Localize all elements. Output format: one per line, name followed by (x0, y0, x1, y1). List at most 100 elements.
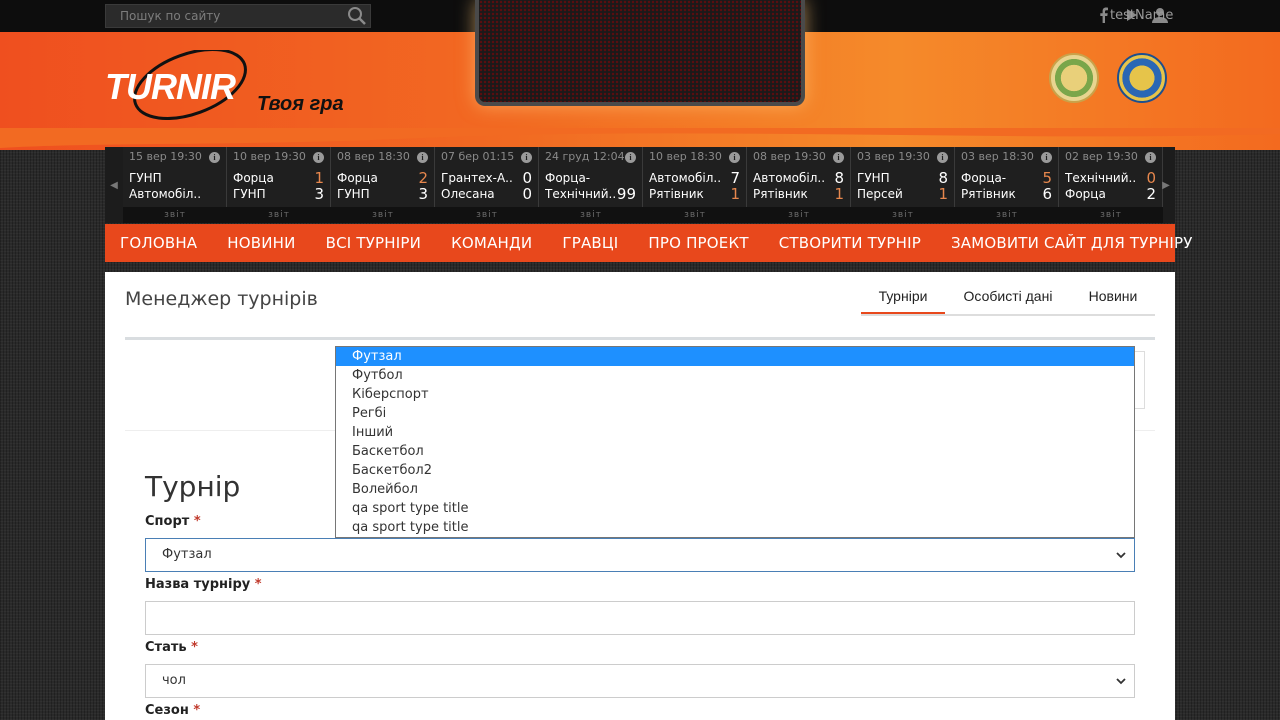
match-report-link[interactable]: звіт (227, 207, 331, 223)
page-title: Менеджер турнірів (125, 288, 318, 310)
matches-carousel: ◀ 15 вер 19:30 i ГУНП Автомобіл.. звіт 10 вер… (105, 147, 1175, 223)
nav-item[interactable]: СТВОРИТИ ТУРНІР (764, 224, 936, 262)
info-icon[interactable]: i (313, 152, 324, 163)
match-card[interactable]: 02 вер 19:30 i Технічний.. 0 Форца 2 звіт (1059, 147, 1163, 223)
home-team: Автомобіл.. (753, 171, 825, 185)
sport-option[interactable]: Кіберспорт (336, 385, 1134, 404)
gender-select[interactable]: чол (145, 664, 1135, 698)
home-team: Грантех-А.. (441, 171, 513, 185)
sport-option[interactable]: Волейбол (336, 480, 1134, 499)
nav-item[interactable]: ВСІ ТУРНІРИ (311, 224, 436, 262)
away-team: ГУНП (233, 187, 266, 201)
nav-item[interactable]: ГОЛОВНА (105, 224, 212, 262)
match-card[interactable]: 03 вер 18:30 i Форца- 5 Рятівник 6 звіт (955, 147, 1059, 223)
away-score: 3 (314, 185, 324, 203)
info-icon[interactable]: i (209, 152, 220, 163)
sport-option[interactable]: qa sport type title (336, 518, 1134, 537)
match-report-link[interactable]: звіт (435, 207, 539, 223)
user-name-link[interactable]: testName (1110, 8, 1173, 23)
match-report-link[interactable]: звіт (747, 207, 851, 223)
away-score: 6 (1042, 185, 1052, 203)
gender-select-value: чол (162, 673, 186, 688)
match-card[interactable]: 15 вер 19:30 i ГУНП Автомобіл.. звіт (123, 147, 227, 223)
carousel-next-icon[interactable]: ▶ (1157, 147, 1175, 223)
sport-label: Спорт * (145, 514, 201, 529)
sport-select-value: Футзал (162, 547, 212, 562)
carousel-prev-icon[interactable]: ◀ (105, 147, 123, 223)
nav-item[interactable]: ПРО ПРОЕКТ (633, 224, 763, 262)
away-score: 1 (938, 185, 948, 203)
site-slogan: Твоя гра (257, 93, 344, 115)
tab-tournaments[interactable]: Турніри (861, 282, 945, 314)
match-date: 02 вер 19:30 (1065, 150, 1138, 163)
sport-option[interactable]: Футзал (336, 347, 1134, 366)
match-date: 15 вер 19:30 (129, 150, 202, 163)
sport-option[interactable]: Футбол (336, 366, 1134, 385)
info-icon[interactable]: i (937, 152, 948, 163)
match-card[interactable]: 08 вер 18:30 i Форца 2 ГУНП 3 звіт (331, 147, 435, 223)
match-card[interactable]: 24 груд 12:04 i Форца- Технічний.. 99 звіт (539, 147, 643, 223)
away-team: Автомобіл.. (129, 187, 201, 201)
match-card[interactable]: 08 вер 19:30 i Автомобіл.. 8 Рятівник 1 звіт (747, 147, 851, 223)
nav-item[interactable]: ГРАВЦІ (547, 224, 633, 262)
match-report-link[interactable]: звіт (643, 207, 747, 223)
match-report-link[interactable]: звіт (331, 207, 435, 223)
sport-option[interactable]: Баскетбол (336, 442, 1134, 461)
tournament-name-label: Назва турніру * (145, 577, 262, 592)
match-report-link[interactable]: звіт (851, 207, 955, 223)
tournament-name-input[interactable] (145, 601, 1135, 635)
city-emblem[interactable] (1049, 53, 1099, 103)
match-date: 10 вер 18:30 (649, 150, 722, 163)
tab-news[interactable]: Новини (1071, 282, 1155, 314)
info-icon[interactable]: i (729, 152, 740, 163)
away-team: Технічний.. (545, 187, 617, 201)
sport-dropdown-list: Футзал Футбол Кіберспорт Регбі Інший Баскетбо… (335, 346, 1135, 538)
match-report-link[interactable]: звіт (1059, 207, 1163, 223)
away-team: Олесана (441, 187, 495, 201)
info-icon[interactable]: i (1041, 152, 1052, 163)
home-team: Форца (233, 171, 274, 185)
tab-personal-data[interactable]: Особисті дані (945, 282, 1071, 314)
sport-option[interactable]: qa sport type title (336, 499, 1134, 518)
chevron-down-icon (1116, 678, 1126, 685)
search-input[interactable] (106, 5, 336, 27)
home-team: Автомобіл.. (649, 171, 721, 185)
match-list: 15 вер 19:30 i ГУНП Автомобіл.. звіт 10 вер 1… (123, 147, 1163, 223)
match-report-link[interactable]: звіт (539, 207, 643, 223)
info-icon[interactable]: i (1145, 152, 1156, 163)
main-nav: ГОЛОВНА НОВИНИ ВСІ ТУРНІРИ КОМАНДИ ГРАВЦІ ПРО… (105, 224, 1192, 262)
nav-item[interactable]: НОВИНИ (212, 224, 310, 262)
away-team: ГУНП (337, 187, 370, 201)
divider (125, 337, 1155, 340)
away-team: Рятівник (649, 187, 704, 201)
home-team: Технічний.. (1065, 171, 1137, 185)
match-card[interactable]: 10 вер 19:30 i Форца 1 ГУНП 3 звіт (227, 147, 331, 223)
away-score: 3 (418, 185, 428, 203)
match-date: 07 бер 01:15 (441, 150, 515, 163)
away-score: 2 (1146, 185, 1156, 203)
info-icon[interactable]: i (521, 152, 532, 163)
info-icon[interactable]: i (833, 152, 844, 163)
site-logo[interactable]: TURNIR (105, 66, 236, 108)
site-search (105, 4, 371, 28)
sport-option[interactable]: Регбі (336, 404, 1134, 423)
chevron-down-icon (1116, 552, 1126, 559)
sport-select[interactable]: Футзал (145, 538, 1135, 572)
nav-item[interactable]: КОМАНДИ (436, 224, 547, 262)
sport-option[interactable]: Баскетбол2 (336, 461, 1134, 480)
sport-option[interactable]: Інший (336, 423, 1134, 442)
away-score: 1 (730, 185, 740, 203)
match-report-link[interactable]: звіт (955, 207, 1059, 223)
federation-emblem[interactable] (1117, 53, 1167, 103)
home-team: Форца- (961, 171, 1007, 185)
nav-item[interactable]: ЗАМОВИТИ САЙТ ДЛЯ ТУРНІРУ (936, 224, 1208, 262)
match-card[interactable]: 03 вер 19:30 i ГУНП 8 Персей 1 звіт (851, 147, 955, 223)
info-icon[interactable]: i (625, 152, 636, 163)
search-icon[interactable] (346, 6, 368, 26)
match-report-link[interactable]: звіт (123, 207, 227, 223)
match-card[interactable]: 10 вер 18:30 i Автомобіл.. 7 Рятівник 1 звіт (643, 147, 747, 223)
home-team: ГУНП (857, 171, 890, 185)
away-team: Форца (1065, 187, 1106, 201)
match-card[interactable]: 07 бер 01:15 i Грантех-А.. 0 Олесана 0 звіт (435, 147, 539, 223)
info-icon[interactable]: i (417, 152, 428, 163)
